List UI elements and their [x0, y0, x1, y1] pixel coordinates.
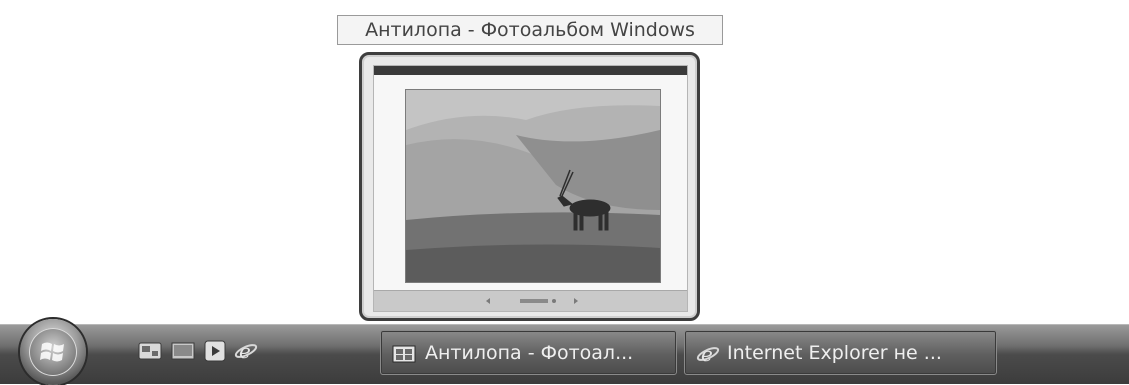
windows-logo-icon: [29, 328, 77, 376]
thumbnail-menubar: [374, 66, 687, 75]
thumbnail-statusbar: [374, 290, 687, 311]
taskbar-button-internet-explorer[interactable]: e Internet Explorer не ...: [684, 330, 997, 375]
start-button[interactable]: [20, 319, 86, 385]
taskbar-button-label: Антилопа - Фотоал...: [425, 342, 634, 364]
internet-explorer-icon: e: [695, 342, 721, 370]
internet-explorer-icon[interactable]: e: [232, 339, 260, 363]
thumbnail-navigation-controls: [486, 298, 578, 304]
window-thumbnail-preview[interactable]: [359, 52, 700, 321]
thumbnail-window-content: [373, 65, 688, 312]
window-title-tooltip: Антилопа - Фотоальбом Windows: [337, 15, 723, 45]
antelope-photo: [405, 89, 661, 283]
svg-text:e: e: [239, 339, 251, 363]
svg-text:e: e: [701, 342, 713, 366]
photo-gallery-icon: [391, 342, 419, 368]
taskbar-button-photo-gallery[interactable]: Антилопа - Фотоал...: [380, 330, 677, 375]
taskbar-button-label: Internet Explorer не ...: [727, 342, 942, 364]
show-desktop-icon[interactable]: [136, 339, 164, 363]
switch-windows-icon[interactable]: [169, 339, 197, 363]
media-player-icon[interactable]: [201, 339, 229, 363]
